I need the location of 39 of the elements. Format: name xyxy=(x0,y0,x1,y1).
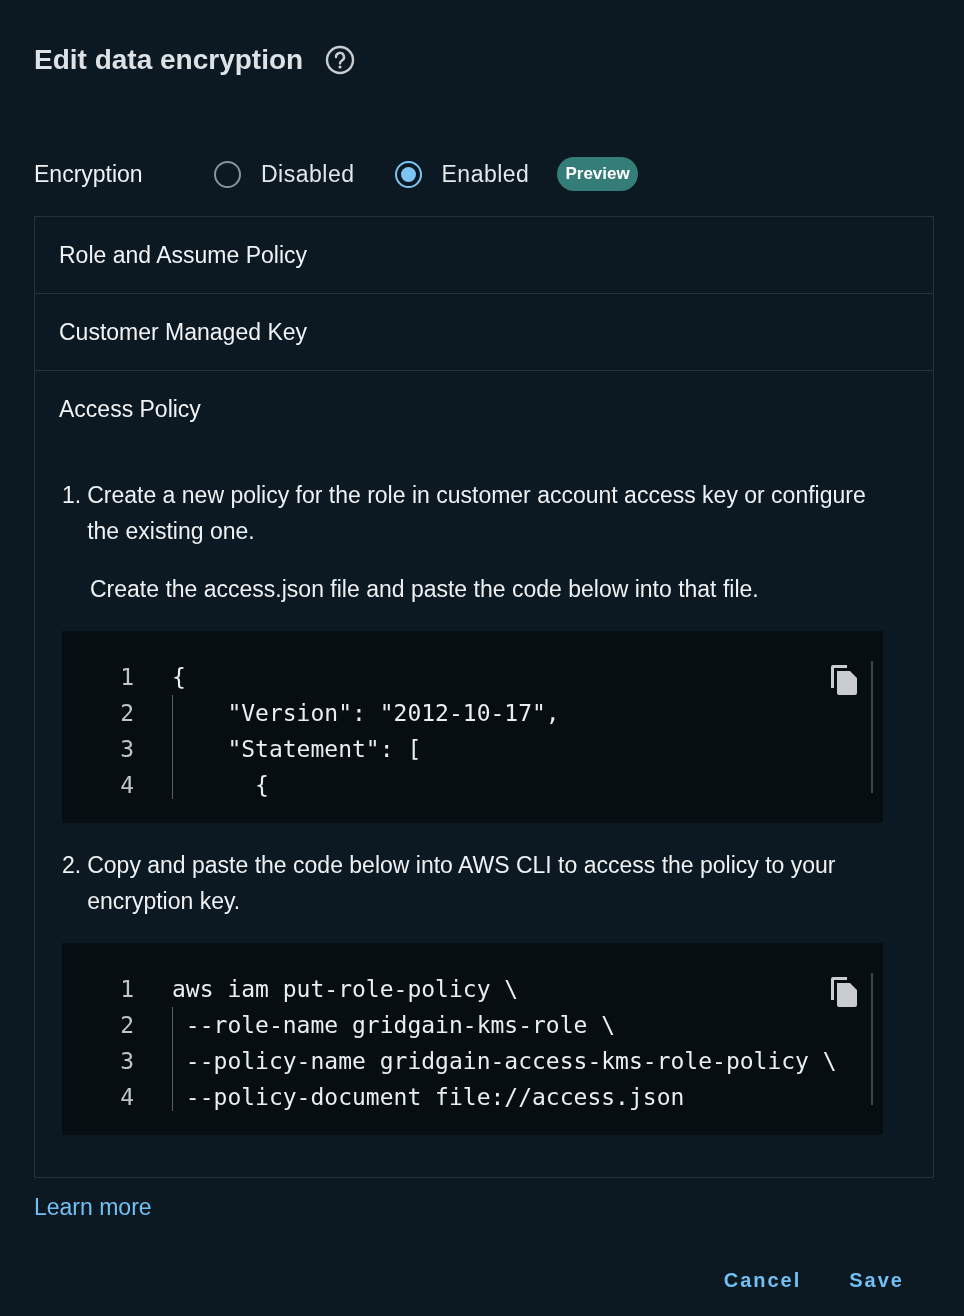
line-number: 1 xyxy=(119,664,135,690)
step-number: 1. xyxy=(62,481,82,510)
step-text: Copy and paste the code below into AWS CLI to access the policy to your encryption key. xyxy=(87,851,837,916)
step-text: Create a new policy for the role in customer account access key or configure the existing one. xyxy=(87,481,867,546)
learn-more-link[interactable]: Learn more xyxy=(34,1194,152,1221)
dialog-title: Edit data encryption xyxy=(34,44,304,76)
preview-badge: Preview xyxy=(557,157,638,191)
code-line: "Statement": [ xyxy=(226,736,422,762)
radio-icon[interactable] xyxy=(394,160,422,188)
line-number: 4 xyxy=(119,772,135,798)
section-header[interactable]: Customer Managed Key xyxy=(35,294,933,370)
section-header[interactable]: Access Policy xyxy=(35,371,933,447)
line-number: 2 xyxy=(119,1012,135,1038)
scrollbar-track[interactable] xyxy=(871,661,873,793)
code-line: --policy-document file://access.json xyxy=(184,1084,685,1110)
code-line: { xyxy=(254,772,269,798)
radio-option[interactable]: Enabled xyxy=(394,160,530,188)
line-number: 3 xyxy=(119,736,135,762)
code-line: { xyxy=(172,664,186,690)
encryption-label: Encryption xyxy=(34,160,144,188)
step-note: Create the access.json file and paste the code below into that file. xyxy=(90,575,760,604)
scrollbar-track[interactable] xyxy=(871,973,873,1105)
radio-icon[interactable] xyxy=(214,160,241,188)
copy-icon[interactable] xyxy=(829,663,859,697)
step-number: 2. xyxy=(62,851,82,880)
line-number: 2 xyxy=(119,700,135,726)
code-line: aws iam put-role-policy \ xyxy=(172,976,519,1002)
radio-option[interactable]: Disabled xyxy=(214,160,355,188)
dialog-button[interactable]: Cancel xyxy=(711,1261,814,1300)
code-line: --role-name gridgain-kms-role \ xyxy=(184,1012,616,1038)
code-line: "Version": "2012-10-17", xyxy=(226,700,560,726)
code-line: --policy-name gridgain-access-kms-role-policy \ xyxy=(184,1048,837,1074)
section-header[interactable]: Role and Assume Policy xyxy=(35,217,933,293)
line-number: 4 xyxy=(119,1084,135,1110)
dialog-button[interactable]: Save xyxy=(837,1261,916,1300)
line-number: 3 xyxy=(119,1048,135,1074)
help-icon[interactable] xyxy=(325,45,356,75)
copy-icon[interactable] xyxy=(829,975,859,1009)
line-number: 1 xyxy=(119,976,135,1002)
